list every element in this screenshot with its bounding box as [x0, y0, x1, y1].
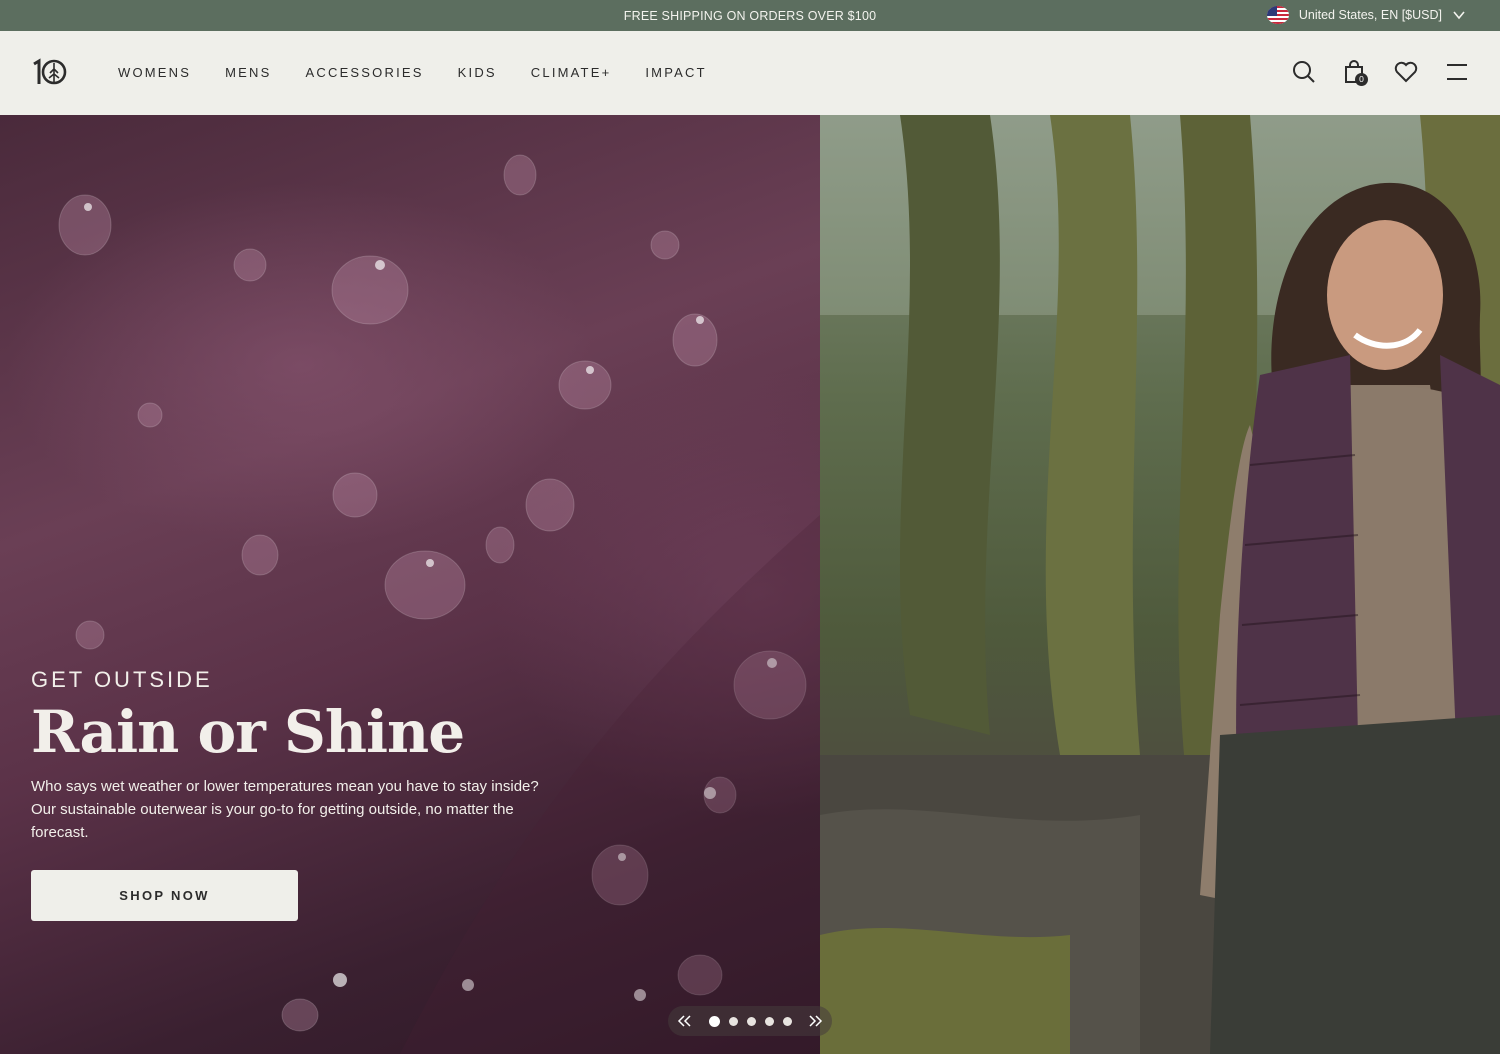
heart-icon[interactable] — [1393, 59, 1419, 85]
arrow-right-icon[interactable] — [806, 1014, 824, 1028]
primary-menu: WOMENS MENS ACCESSORIES KIDS CLIMATE+ IM… — [118, 65, 741, 80]
hero-image-woman-forest — [820, 115, 1500, 1054]
nav-item-impact[interactable]: IMPACT — [645, 65, 706, 80]
carousel-dot-5[interactable] — [782, 1016, 792, 1026]
us-flag-icon — [1266, 6, 1289, 24]
carousel-pager — [668, 1006, 832, 1036]
hero-body-text: Who says wet weather or lower temperatur… — [31, 777, 539, 841]
hero-copy: GET OUTSIDE Rain or Shine Who says wet w… — [31, 667, 591, 844]
arrow-left-icon[interactable] — [676, 1014, 694, 1028]
locale-label: United States, EN [$USD] — [1298, 8, 1442, 22]
cart-button[interactable]: 0 — [1342, 59, 1368, 86]
locale-selector[interactable]: United States, EN [$USD] — [1266, 6, 1466, 24]
main-nav: WOMENS MENS ACCESSORIES KIDS CLIMATE+ IM… — [0, 31, 1500, 115]
hero-carousel: GET OUTSIDE Rain or Shine Who says wet w… — [0, 115, 1500, 1054]
nav-item-climate[interactable]: CLIMATE+ — [531, 65, 612, 80]
nav-item-accessories[interactable]: ACCESSORIES — [306, 65, 424, 80]
carousel-dot-4[interactable] — [764, 1016, 774, 1026]
search-icon[interactable] — [1291, 59, 1317, 85]
shop-now-button[interactable]: SHOP NOW — [31, 870, 298, 921]
hero-headline: Rain or Shine — [31, 698, 465, 766]
cart-count-badge: 0 — [1355, 73, 1368, 86]
nav-item-mens[interactable]: MENS — [225, 65, 271, 80]
nav-item-kids[interactable]: KIDS — [458, 65, 497, 80]
chevron-down-icon — [1453, 11, 1465, 20]
carousel-dot-3[interactable] — [746, 1016, 756, 1026]
carousel-dot-1[interactable] — [708, 1015, 720, 1027]
hamburger-menu-icon[interactable] — [1444, 59, 1470, 85]
nav-item-womens[interactable]: WOMENS — [118, 65, 191, 80]
nav-actions: 0 — [1266, 59, 1470, 86]
hero-eyebrow: GET OUTSIDE — [31, 667, 213, 692]
carousel-dot-2[interactable] — [728, 1016, 738, 1026]
announcement-bar: FREE SHIPPING ON ORDERS OVER $100 United… — [0, 0, 1500, 31]
tentree-logo[interactable] — [30, 57, 70, 87]
carousel-dots — [708, 1015, 792, 1027]
